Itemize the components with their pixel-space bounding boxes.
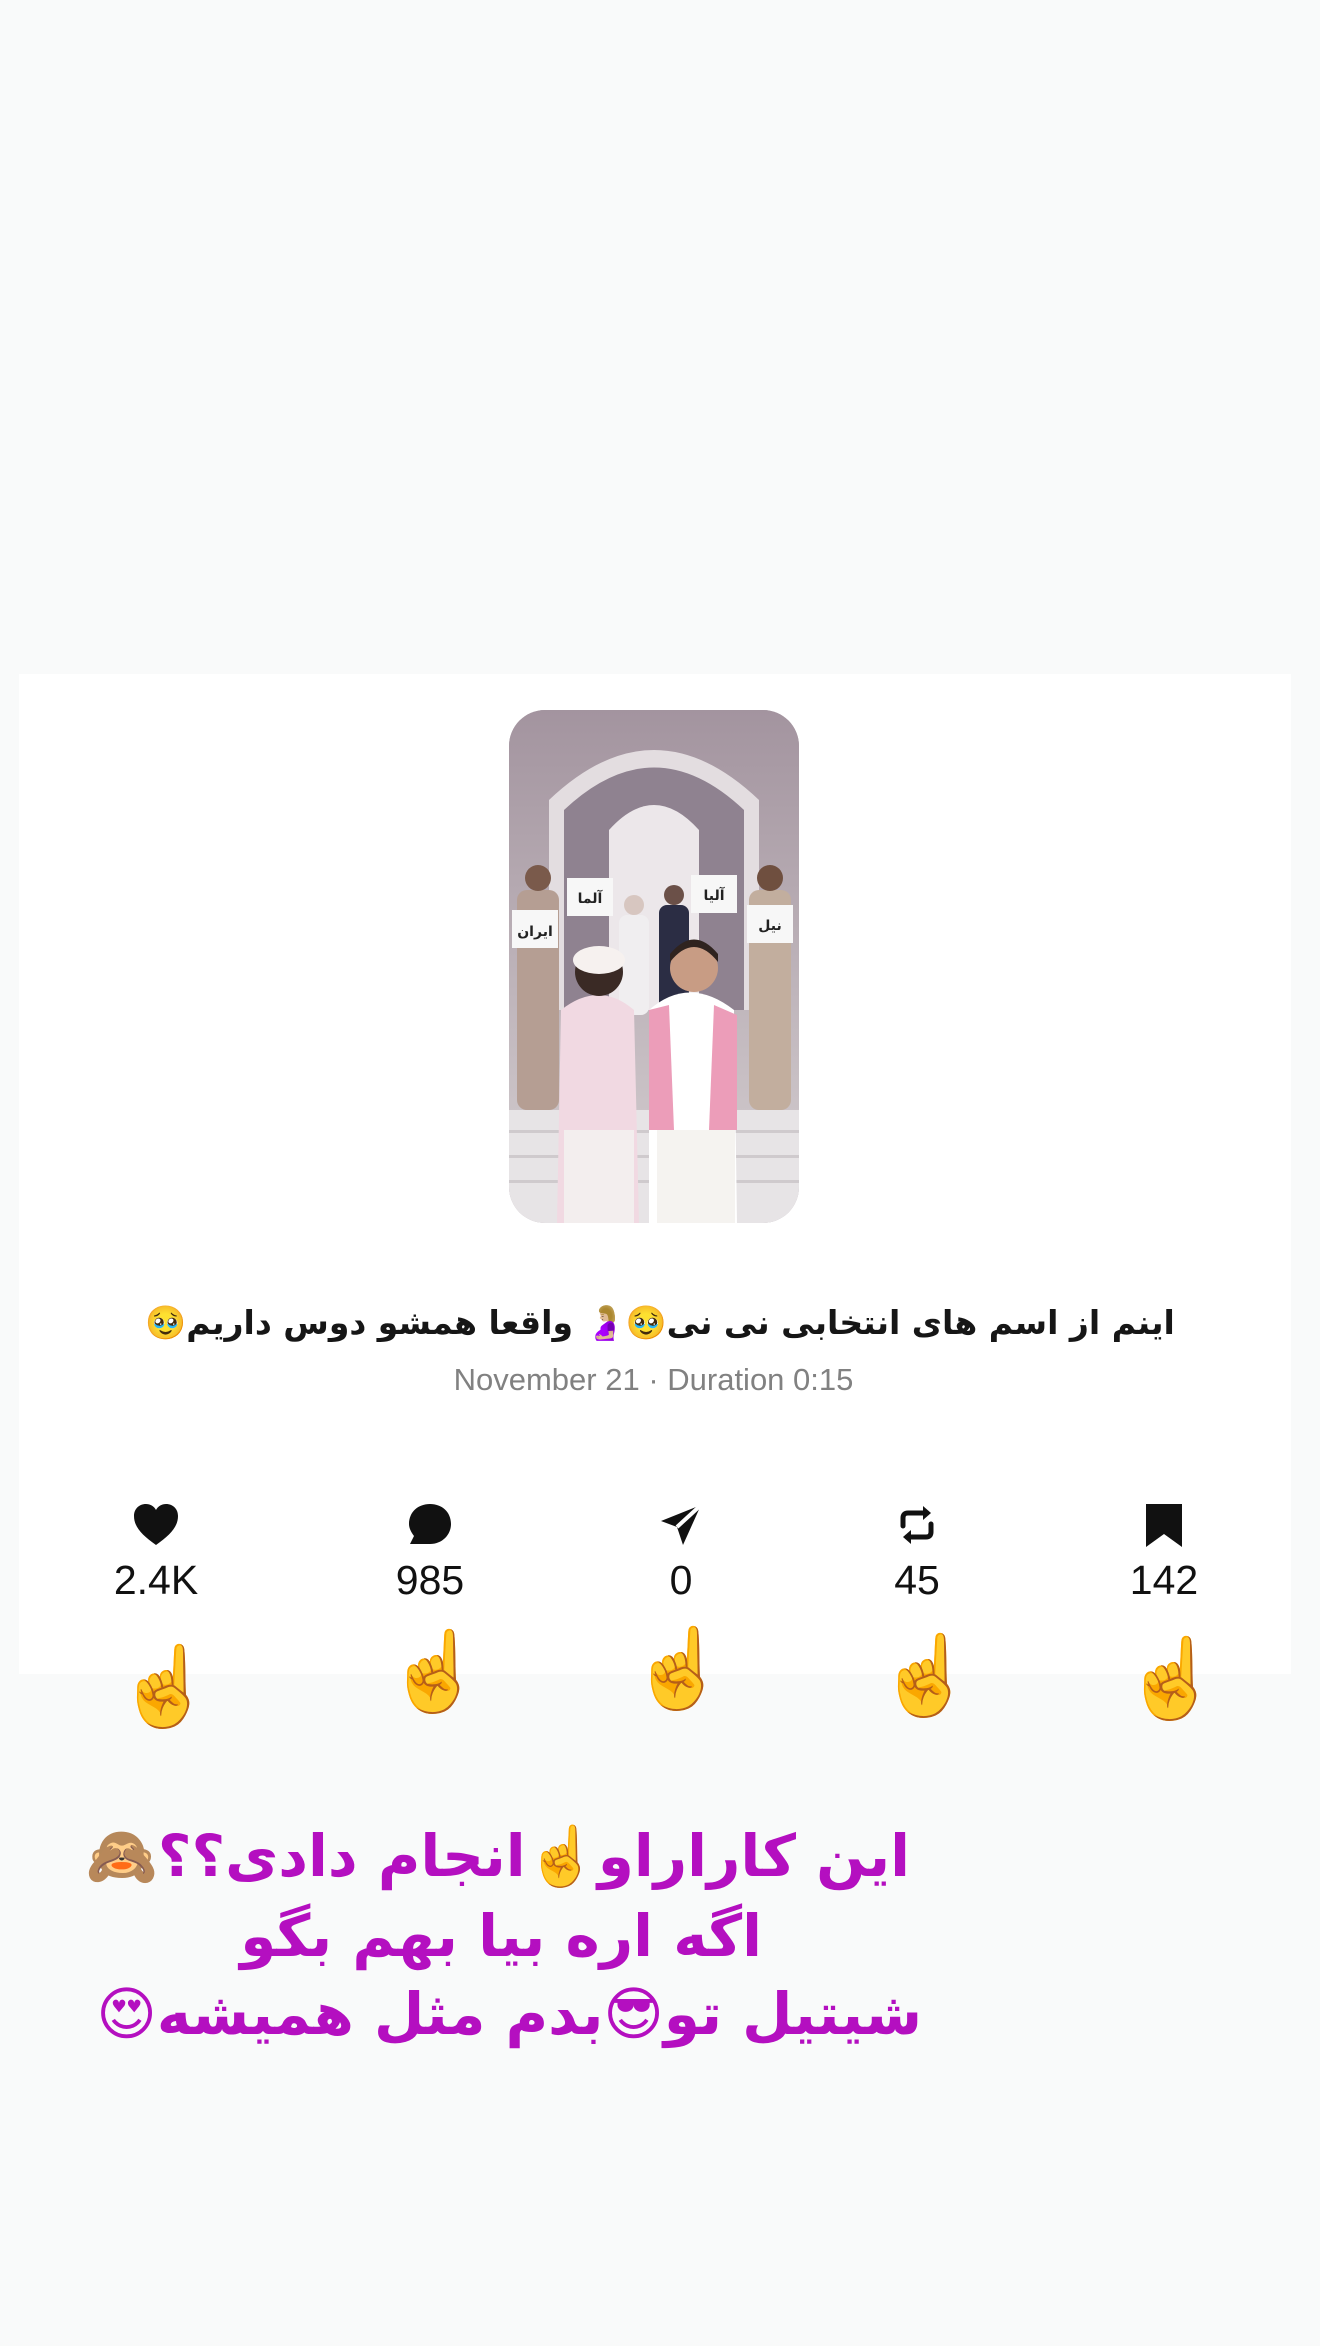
comment-icon	[409, 1504, 451, 1544]
pointing-up-emoji: ☝️	[1123, 1634, 1221, 1724]
thumbnail-image: ایران آلما آلیا نیل	[509, 710, 799, 1223]
repost-count: 45	[894, 1557, 940, 1603]
like-stat[interactable]: 2.4K	[66, 1502, 246, 1604]
pointing-up-emoji: ☝️	[386, 1627, 484, 1717]
share-count: 0	[669, 1557, 693, 1603]
post-caption: اینم از اسم های انتخابی نی نی🥹🤰🏼 واقعا ه…	[145, 1303, 1175, 1342]
post-meta: November 21 · Duration 0:15	[453, 1362, 854, 1397]
bookmark-count: 142	[1129, 1557, 1199, 1603]
pointing-up-emoji: ☝️	[116, 1642, 214, 1732]
sign-iran: ایران	[517, 924, 553, 940]
comment-stat[interactable]: 985	[340, 1502, 520, 1604]
bookmark-stat[interactable]: 142	[1074, 1502, 1254, 1604]
overlay-line-3: شیتیل تو😎بدم مثل همیشه😍	[96, 1980, 922, 2048]
pointing-up-emoji: ☝️	[630, 1624, 728, 1714]
share-stat[interactable]: 0	[591, 1502, 771, 1604]
repost-icon	[900, 1506, 934, 1544]
repost-stat[interactable]: 45	[827, 1502, 1007, 1604]
sign-nil: نیل	[758, 918, 781, 934]
comment-count: 985	[395, 1557, 465, 1603]
pointing-up-emoji: ☝️	[877, 1631, 975, 1721]
video-thumbnail[interactable]: ایران آلما آلیا نیل	[509, 710, 799, 1223]
bookmark-icon	[1146, 1504, 1182, 1547]
like-count: 2.4K	[113, 1557, 199, 1603]
overlay-line-2: اگه اره بیا بهم بگو	[240, 1902, 762, 1970]
send-icon	[661, 1503, 703, 1545]
heart-icon	[134, 1504, 178, 1545]
sign-alia: آلیا	[703, 886, 725, 904]
sign-alma: آلما	[578, 889, 604, 907]
overlay-line-1: این کاراراو☝️انجام دادی؟؟🙈	[85, 1822, 910, 1890]
